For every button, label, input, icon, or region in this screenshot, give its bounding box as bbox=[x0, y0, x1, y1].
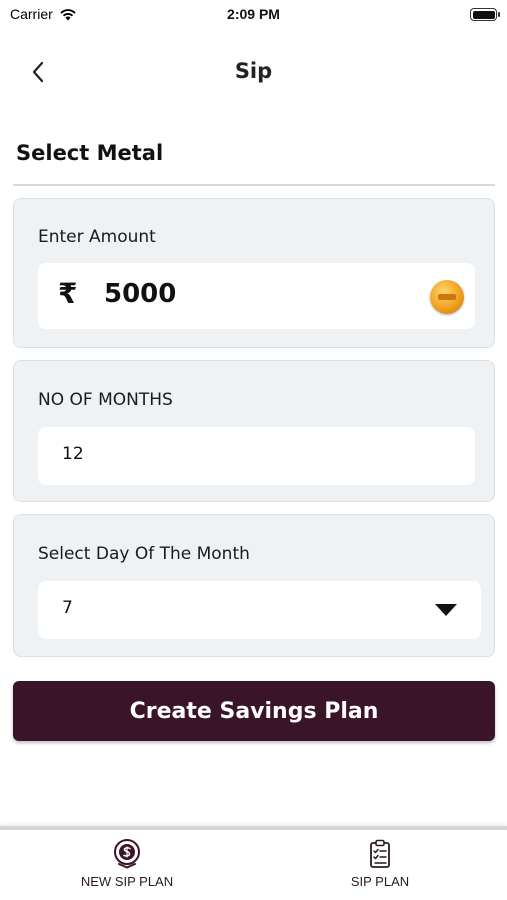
dollar-circle-icon bbox=[114, 839, 140, 869]
day-select[interactable]: 7 bbox=[38, 581, 481, 639]
page-title: Sip bbox=[234, 59, 273, 83]
status-time: 2:09 PM bbox=[227, 6, 280, 22]
section-divider bbox=[13, 184, 495, 186]
months-label: NO OF MONTHS bbox=[38, 390, 173, 410]
day-selected-value: 7 bbox=[62, 598, 73, 618]
rupee-symbol: ₹ bbox=[58, 277, 78, 310]
bottom-tab-bar: NEW SIP PLAN SIP PLAN bbox=[0, 826, 507, 900]
amount-input[interactable] bbox=[104, 279, 404, 309]
months-input[interactable] bbox=[62, 444, 442, 464]
tab-new-sip-plan[interactable]: NEW SIP PLAN bbox=[47, 838, 207, 889]
battery-icon bbox=[470, 8, 500, 21]
tab-new-sip-plan-label: NEW SIP PLAN bbox=[80, 874, 174, 889]
header: Sip bbox=[0, 48, 507, 96]
tab-sip-plan-label: SIP PLAN bbox=[350, 874, 410, 889]
day-card: Select Day Of The Month 7 bbox=[13, 514, 495, 657]
amount-card: Enter Amount ₹ bbox=[13, 198, 495, 348]
gold-coin-icon bbox=[430, 280, 464, 314]
amount-field[interactable]: ₹ bbox=[38, 263, 475, 329]
create-savings-plan-button[interactable]: Create Savings Plan bbox=[13, 681, 495, 741]
section-title: Select Metal bbox=[16, 141, 164, 165]
day-label: Select Day Of The Month bbox=[38, 544, 250, 564]
months-field[interactable] bbox=[38, 427, 475, 485]
amount-label: Enter Amount bbox=[38, 227, 156, 247]
clipboard-list-icon bbox=[370, 839, 390, 868]
caret-down-icon[interactable] bbox=[435, 604, 457, 616]
status-bar: Carrier 2:09 PM bbox=[0, 0, 507, 30]
months-card: NO OF MONTHS bbox=[13, 360, 495, 502]
tab-sip-plan[interactable]: SIP PLAN bbox=[300, 838, 460, 889]
